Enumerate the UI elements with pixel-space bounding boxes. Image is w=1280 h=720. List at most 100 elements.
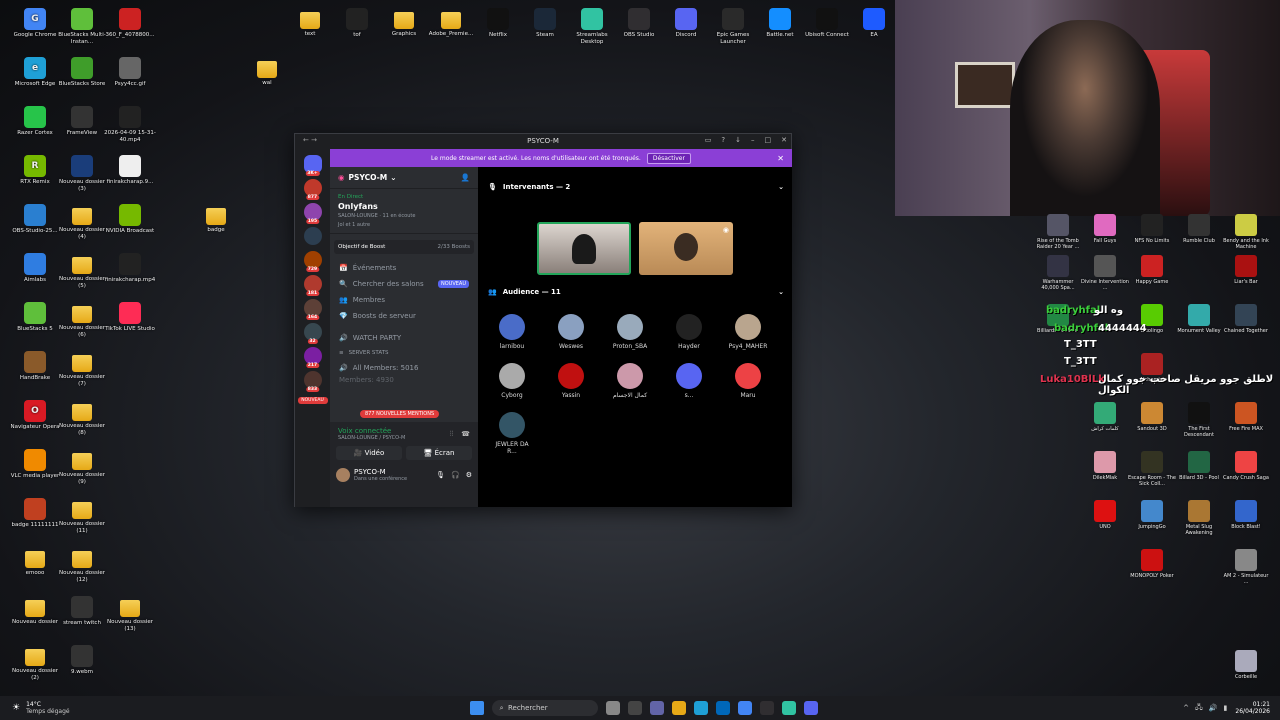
desktop-icon[interactable]: Nouveau dossier (12) — [55, 547, 109, 584]
desktop-icon[interactable]: Battle.net — [753, 8, 807, 39]
desktop-icon[interactable]: Aimlabs — [8, 253, 62, 284]
desktop-icon[interactable]: Adobe_Premie... — [424, 8, 478, 38]
server-icon[interactable]: 181 — [303, 275, 322, 296]
desktop-icon[interactable]: e Microsoft Edge — [8, 57, 62, 88]
system-tray[interactable]: ^ 🖧 🔊 ▮ — [1183, 703, 1227, 714]
audience-member[interactable]: s... — [669, 363, 709, 399]
desktop-icon[interactable]: Corbeille — [1222, 650, 1270, 680]
desktop-icon[interactable]: 2026-04-09 15-31-40.mp4 — [103, 106, 157, 144]
desktop-icon[interactable]: badge — [189, 204, 243, 234]
desktop-icon[interactable]: Block Blast! — [1222, 500, 1270, 530]
desktop-icon[interactable]: NFS No Limits — [1128, 214, 1176, 244]
desktop-icon[interactable]: Nouveau dossier — [8, 596, 62, 626]
desktop-icon[interactable]: Nouveau dossier (4) — [55, 204, 109, 241]
streamlabs-icon[interactable] — [781, 701, 796, 715]
mentions-pill[interactable]: 877 NOUVELLES MENTIONS — [360, 410, 440, 418]
desktop-icon[interactable]: R RTX Remix — [8, 155, 62, 186]
server-icon[interactable]: 32 — [303, 323, 322, 344]
inbox-icon[interactable]: ▭ — [705, 136, 712, 144]
desktop-icon[interactable]: FrameView — [55, 106, 109, 137]
desktop-icon[interactable]: Nouveau dossier (2) — [8, 645, 62, 682]
desktop-icon[interactable]: Escape Room - The Sick Coll... — [1128, 451, 1176, 487]
desktop-icon[interactable]: Netflix — [471, 8, 525, 39]
desktop-icon[interactable]: DilekMlak — [1081, 451, 1129, 481]
close-button[interactable]: ✕ — [781, 136, 787, 144]
audience-member[interactable]: Maru — [728, 363, 768, 399]
desktop-icon[interactable]: Metal Slug Awakening — [1175, 500, 1223, 536]
desktop-icon[interactable]: كلمات كراش — [1081, 402, 1129, 432]
obs-icon[interactable] — [759, 701, 774, 715]
audience-member[interactable]: Proton_SBA — [610, 314, 650, 350]
desktop-icon[interactable]: text — [283, 8, 337, 38]
clock-date[interactable]: 26/04/2026 — [1235, 708, 1270, 715]
weather-icon[interactable]: ☀ — [12, 703, 20, 713]
desktop-icon[interactable]: UNO — [1081, 500, 1129, 530]
audience-section[interactable]: 👥 Audience — 11 ⌄ — [478, 285, 792, 299]
desktop-icon[interactable]: finirakcharap.mp4 — [103, 253, 157, 284]
noise-icon[interactable]: ⫶⫶ — [450, 430, 454, 439]
network-icon[interactable]: 🖧 — [1195, 703, 1203, 714]
desktop-icon[interactable]: Nouveau dossier (9) — [55, 449, 109, 486]
desktop-icon[interactable]: Nouveau dossier (8) — [55, 400, 109, 437]
close-banner-icon[interactable]: ✕ — [777, 154, 784, 163]
headphones-icon[interactable]: 🎧 — [451, 471, 460, 479]
clock-time[interactable]: 01:21 — [1235, 701, 1270, 708]
video-button[interactable]: 🎥 Vidéo — [336, 446, 402, 460]
search-box[interactable]: ⌕ Rechercher — [491, 700, 598, 716]
audience-member[interactable]: JEWLER DA R... — [492, 412, 532, 455]
desktop-icon[interactable]: Nouveau dossier (7) — [55, 351, 109, 388]
download-icon[interactable]: ↓ — [735, 136, 741, 144]
speaker-tile[interactable] — [537, 222, 631, 275]
desktop-icon[interactable]: Billard 3D - Pool — [1175, 451, 1223, 481]
desktop-icon[interactable]: EA — [847, 8, 901, 39]
channel-item[interactable]: 💎 Boosts de serveur — [330, 308, 478, 324]
home-icon[interactable]: 3K+ — [303, 155, 322, 176]
server-header[interactable]: ◉ PSYCO-M ⌄ 👤 — [330, 167, 478, 189]
discord-window[interactable]: ← → PSYCO-M ▭ ? ↓ – □ ✕ 3K+ 877 195 729 181… — [294, 133, 792, 507]
desktop-icon[interactable]: O Navigateur Opera — [8, 400, 62, 431]
store-icon[interactable] — [715, 701, 730, 715]
desktop-icon[interactable]: Nouveau dossier (3) — [55, 155, 109, 193]
task-view-icon[interactable] — [605, 701, 620, 715]
desktop-icon[interactable]: Rumble Club — [1175, 214, 1223, 244]
audience-member[interactable]: larnibou — [492, 314, 532, 350]
desktop-icon[interactable]: NVIDIA Broadcast — [103, 204, 157, 235]
desktop-icon[interactable]: Happy Game — [1128, 255, 1176, 285]
desktop-icon[interactable]: Nouveau dossier (6) — [55, 302, 109, 339]
speakers-section[interactable]: 🎙 Intervenants — 2 ⌄ — [478, 180, 792, 194]
boost-goal[interactable]: Objectif de Boost 2/33 Boosts — [334, 240, 474, 254]
desktop-icon[interactable]: Streamlabs Desktop — [565, 8, 619, 46]
desktop-icon[interactable]: BlueStacks Store — [55, 57, 109, 88]
desktop-icon[interactable]: Monument Valley — [1175, 304, 1223, 334]
desktop-icon[interactable]: Razer Cortex — [8, 106, 62, 137]
channel-watch-party[interactable]: 🔊 WATCH PARTY — [330, 330, 478, 346]
desktop-icon[interactable]: Ubisoft Connect — [800, 8, 854, 39]
mic-icon[interactable]: 🎙 — [436, 471, 445, 479]
desktop-icon[interactable]: Rise of the Tomb Raider 20 Year ... — [1034, 214, 1082, 250]
desktop-icon[interactable]: Liar's Bar — [1222, 255, 1270, 285]
desktop-icon[interactable]: Candy Crush Saga — [1222, 451, 1270, 481]
server-icon[interactable]: 195 — [303, 203, 322, 224]
desktop-icon[interactable]: TikTok LIVE Studio — [103, 302, 157, 333]
start-button[interactable] — [469, 701, 484, 715]
desktop-icon[interactable]: Nouveau dossier (5) — [55, 253, 109, 290]
server-icon[interactable]: 217 — [303, 347, 322, 368]
desktop-icon[interactable]: VLC media player — [8, 449, 62, 480]
desktop-icon[interactable]: 360_F_4078800... — [103, 8, 157, 39]
discord-icon[interactable] — [803, 701, 818, 715]
avatar[interactable] — [336, 468, 350, 482]
desktop-icon[interactable]: finirakcharap.9... — [103, 155, 157, 186]
desktop-icon[interactable]: AM 2 - Simulateur ... — [1222, 549, 1270, 585]
desktop-icon[interactable]: OBS-Studio-25... — [8, 204, 62, 235]
volume-icon[interactable]: 🔊 — [1209, 704, 1218, 712]
desktop-icon[interactable]: Bendy and the Ink Machine — [1222, 214, 1270, 250]
audience-member[interactable]: Yassin — [551, 363, 591, 399]
channel-members[interactable]: Members: 4930 — [330, 372, 478, 388]
channel-item[interactable]: 🔍 Chercher des salons NOUVEAU — [330, 276, 478, 292]
desktop-icon[interactable]: Nouveau dossier (13) — [103, 596, 157, 633]
title-bar[interactable]: ← → PSYCO-M ▭ ? ↓ – □ ✕ — [295, 134, 791, 148]
desktop-icon[interactable]: Steam — [518, 8, 572, 39]
desktop-icon[interactable]: wal — [240, 57, 294, 87]
desktop-icon[interactable]: Psyy4cc.gif — [103, 57, 157, 88]
server-icon[interactable]: 729 — [303, 251, 322, 272]
